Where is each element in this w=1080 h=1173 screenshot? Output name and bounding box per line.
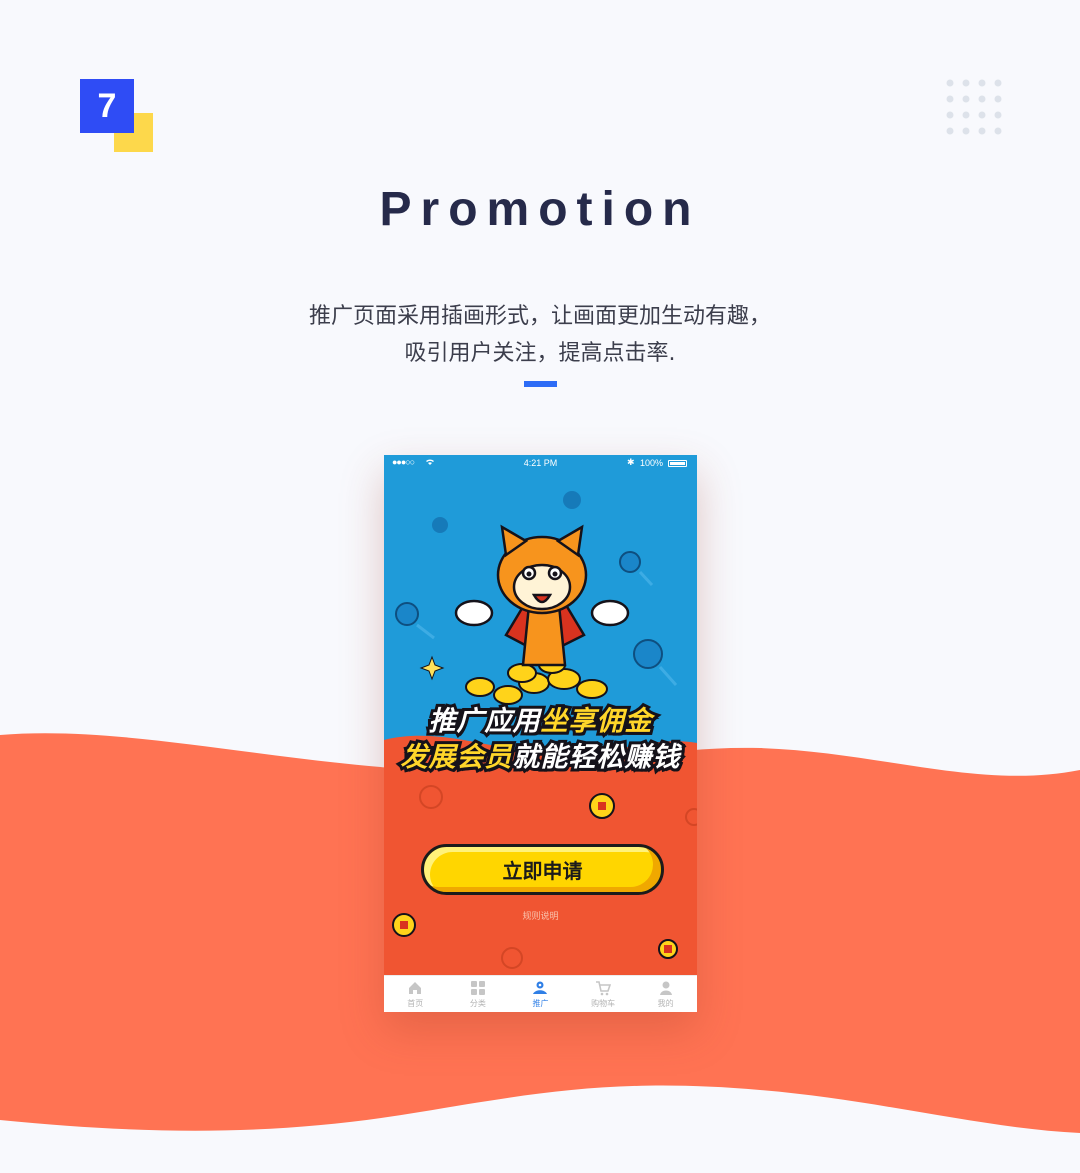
headline-line-1-white: 推广应用 — [426, 703, 543, 740]
home-icon — [409, 982, 422, 994]
phone-mockup: ●●●○○ 4:21 PM ✱ 100% 推广应用坐享佣金 发展会员就能轻松赚钱… — [384, 455, 697, 1012]
description-line-2: 吸引用户关注，提高点击率. — [404, 341, 676, 366]
bottom-tab-bar: 首页 分类 推广 购物车 我的 — [384, 975, 697, 1012]
status-bar: ●●●○○ 4:21 PM ✱ 100% — [384, 455, 697, 471]
headline-line-2-white: 就能轻松赚钱 — [510, 739, 683, 776]
headline-line-2: 发展会员就能轻松赚钱 — [384, 735, 697, 776]
tab-cart-label: 购物车 — [591, 999, 616, 1008]
tab-promote-label: 推广 — [532, 999, 549, 1008]
headline-line-2-gold: 发展会员 — [398, 739, 515, 776]
battery-icon — [668, 460, 687, 467]
tab-category[interactable]: 分类 — [447, 976, 510, 1012]
description-line-1: 推广页面采用插画形式，让画面更加生动有趣， — [308, 304, 771, 329]
bluetooth-icon: ✱ — [627, 457, 635, 467]
dot-grid-decoration — [946, 79, 1002, 135]
tab-home[interactable]: 首页 — [384, 976, 447, 1012]
tab-category-label: 分类 — [469, 999, 486, 1008]
title-accent-bar — [524, 381, 557, 387]
headline-line-1-gold: 坐享佣金 — [538, 703, 655, 740]
section-number-badge: 7 — [80, 79, 134, 133]
tab-cart[interactable]: 购物车 — [572, 976, 635, 1012]
page-title: Promotion — [379, 183, 701, 236]
apply-now-button[interactable]: 立即申请 — [421, 844, 664, 895]
tab-profile-label: 我的 — [657, 999, 674, 1008]
tab-profile[interactable]: 我的 — [634, 976, 697, 1012]
headline-line-1: 推广应用坐享佣金 — [384, 699, 697, 740]
rules-link[interactable]: 规则说明 — [384, 909, 697, 922]
tab-promote[interactable]: 推广 — [509, 976, 572, 1012]
battery-percent: 100% — [640, 458, 664, 468]
cart-icon — [596, 981, 612, 996]
promote-icon — [533, 981, 548, 994]
user-icon — [659, 981, 672, 995]
grid-icon — [470, 981, 485, 995]
tab-home-label: 首页 — [407, 999, 424, 1008]
